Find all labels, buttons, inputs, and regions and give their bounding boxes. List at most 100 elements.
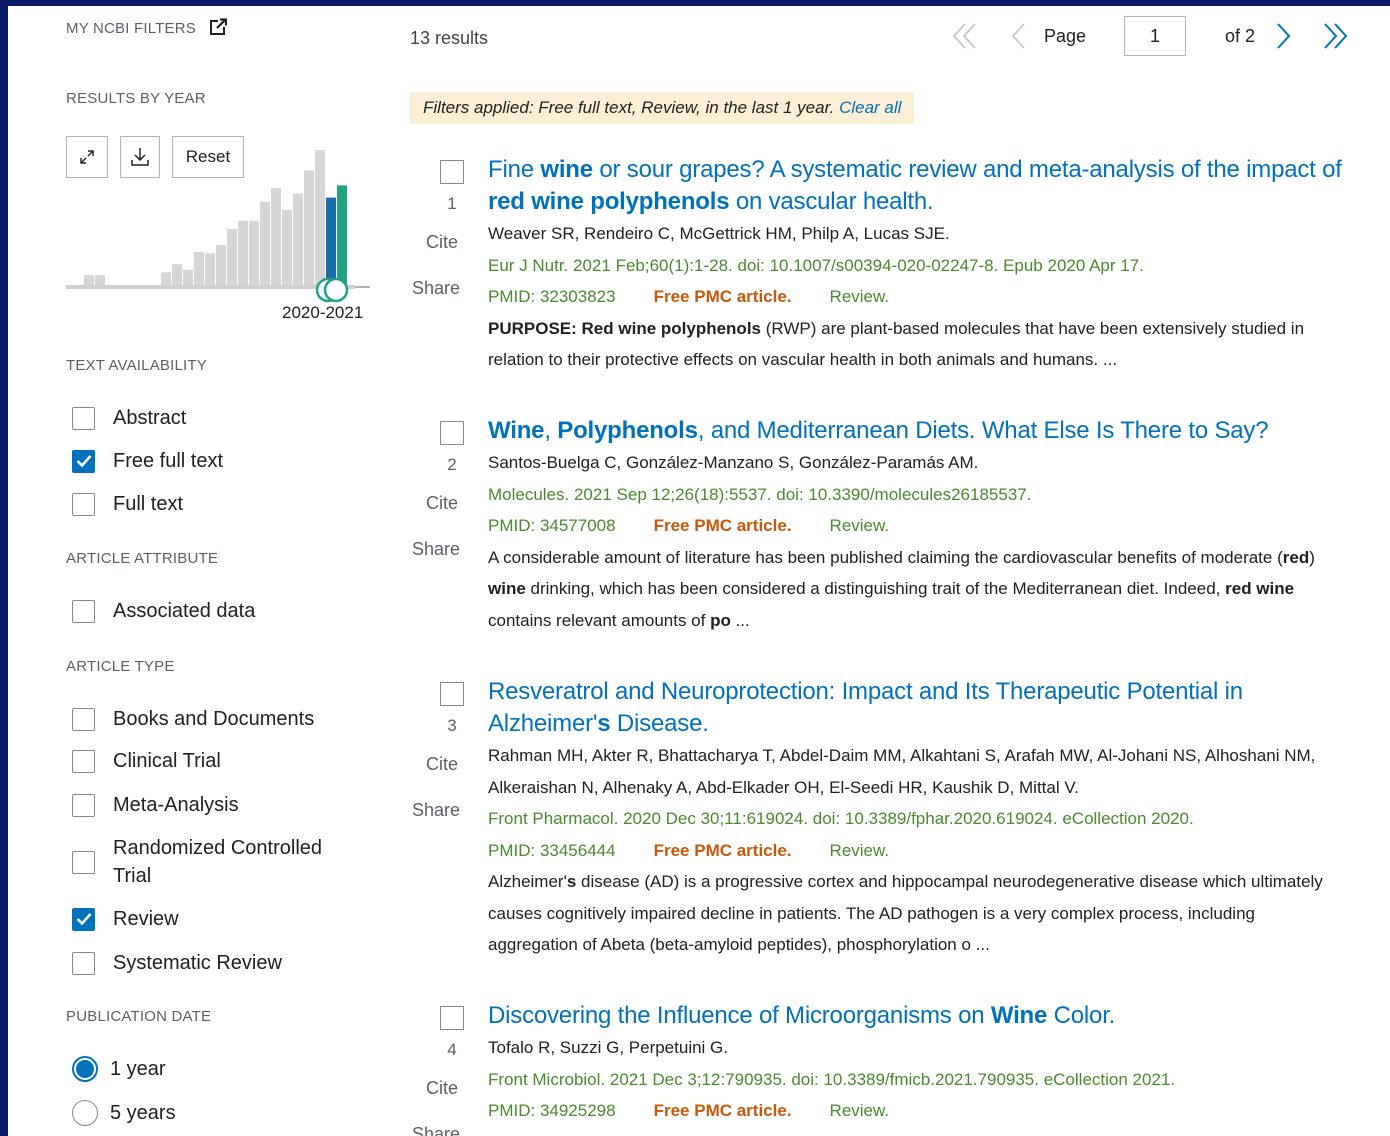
range-end-handle[interactable] [323, 277, 349, 303]
result-meta: PMID: 32303823 Free PMC article. Review. [488, 281, 1348, 313]
filter-label: 1 year [110, 1058, 166, 1080]
previous-page-icon[interactable] [1004, 20, 1034, 52]
text-run: Fine [488, 156, 541, 183]
text-run: drinking, which has been considered a di… [525, 579, 1226, 598]
histogram-bar[interactable] [95, 275, 105, 286]
histogram-bar[interactable] [337, 185, 347, 286]
histogram-bar[interactable] [183, 269, 193, 286]
text-run: red [1282, 547, 1310, 567]
review-badge: Review. [829, 1101, 890, 1120]
result-title-link[interactable]: Wine, Polyphenols, and Mediterranean Die… [488, 415, 1348, 447]
review-badge: Review. [829, 287, 890, 306]
last-page-icon[interactable] [1320, 20, 1350, 52]
filters-applied-text: Filters applied: Free full text, Review,… [423, 98, 835, 117]
meta-analysis-checkbox[interactable] [72, 793, 95, 817]
filter-books-and-documents[interactable]: Books and Documents [72, 705, 314, 733]
histogram-bar[interactable] [194, 252, 204, 286]
full-text-checkbox[interactable] [72, 492, 95, 516]
next-page-icon[interactable] [1268, 20, 1298, 52]
filter-label: Randomized Controlled Trial [113, 834, 322, 890]
filter-5-years[interactable]: 5 years [72, 1099, 176, 1127]
histogram-bar[interactable] [172, 264, 182, 286]
text-run: PURPOSE: [488, 318, 582, 338]
filter-free-full-text[interactable]: Free full text [72, 447, 223, 475]
clinical-trial-checkbox[interactable] [72, 749, 95, 773]
filter-associated-data[interactable]: Associated data [72, 597, 255, 625]
first-page-icon[interactable] [950, 20, 980, 52]
share-button[interactable]: Share [412, 800, 460, 821]
filter-label: Systematic Review [113, 952, 282, 974]
result-authors: Tofalo R, Suzzi G, Perpetuini G. [488, 1038, 728, 1057]
histogram-bar[interactable] [260, 201, 270, 286]
1-year-radio[interactable] [72, 1056, 98, 1082]
filter-randomized-controlled-trial[interactable]: Randomized Controlled Trial [72, 834, 322, 890]
cite-button[interactable]: Cite [426, 754, 458, 775]
histogram-bar[interactable] [84, 275, 94, 286]
filter-systematic-review[interactable]: Systematic Review [72, 949, 282, 977]
abstract-checkbox[interactable] [72, 406, 95, 430]
filter-review[interactable]: Review [72, 905, 179, 933]
result-meta: PMID: 33456444 Free PMC article. Review. [488, 835, 1348, 867]
share-button[interactable]: Share [412, 278, 460, 299]
cite-button[interactable]: Cite [426, 232, 458, 253]
5-years-radio[interactable] [72, 1100, 98, 1126]
share-button[interactable]: Share [412, 1124, 460, 1136]
filter-1-year[interactable]: 1 year [72, 1055, 166, 1083]
histogram-bar[interactable] [216, 245, 226, 286]
books-checkbox[interactable] [72, 707, 95, 731]
result-title-link[interactable]: Fine wine or sour grapes? A systematic r… [488, 154, 1348, 218]
histogram-bar[interactable] [315, 150, 325, 286]
result-select-checkbox[interactable] [440, 160, 464, 184]
result-authors: Santos-Buelga C, González-Manzano S, Gon… [488, 453, 979, 472]
review-badge: Review. [829, 516, 890, 535]
associated-data-checkbox[interactable] [72, 599, 95, 623]
review-checkbox[interactable] [72, 907, 95, 931]
result-select-checkbox[interactable] [440, 682, 464, 706]
text-run: ) [1309, 547, 1315, 567]
results-by-year-heading: RESULTS BY YEAR [66, 90, 206, 107]
cite-button[interactable]: Cite [426, 493, 458, 514]
page-number-input[interactable] [1124, 16, 1186, 56]
histogram-bar[interactable] [227, 228, 237, 286]
share-button[interactable]: Share [412, 539, 460, 560]
result-title-link[interactable]: Discovering the Influence of Microorgani… [488, 1000, 1348, 1032]
filter-abstract[interactable]: Abstract [72, 404, 186, 432]
result-body: Fine wine or sour grapes? A systematic r… [488, 154, 1348, 376]
systematic-review-checkbox[interactable] [72, 951, 95, 975]
histogram-bar[interactable] [249, 220, 259, 286]
result-citation: Front Pharmacol. 2020 Dec 30;11:619024. … [488, 809, 1194, 828]
result-snippet: PURPOSE: Red wine polyphenols (RWP) are … [488, 313, 1348, 376]
filter-label: Books and Documents [113, 708, 315, 730]
my-ncbi-filters-link[interactable]: MY NCBI FILTERS [66, 18, 228, 37]
histogram-bar[interactable] [304, 170, 314, 286]
histogram-bar[interactable] [238, 220, 248, 286]
histogram-bar[interactable] [161, 272, 171, 286]
clear-all-link[interactable]: Clear all [839, 98, 901, 117]
year-histogram[interactable] [66, 136, 372, 306]
text-run: on vascular health. [729, 188, 934, 215]
free-full-text-checkbox[interactable] [72, 449, 95, 473]
rct-checkbox[interactable] [72, 850, 95, 874]
histogram-bar[interactable] [326, 197, 336, 286]
result-select-checkbox[interactable] [440, 1006, 464, 1030]
filter-clinical-trial[interactable]: Clinical Trial [72, 747, 221, 775]
text-run: Disease. [610, 710, 709, 737]
check-icon [76, 913, 91, 926]
histogram-bar[interactable] [205, 253, 215, 286]
result-select-checkbox[interactable] [440, 421, 464, 445]
result-title-link[interactable]: Resveratrol and Neuroprotection: Impact … [488, 676, 1348, 740]
histogram-bar[interactable] [293, 193, 303, 286]
histogram-bar[interactable] [271, 188, 281, 286]
cite-button[interactable]: Cite [426, 1078, 458, 1099]
histogram-bar[interactable] [282, 209, 292, 286]
filter-full-text[interactable]: Full text [72, 490, 183, 518]
result-body: Discovering the Influence of Microorgani… [488, 1000, 1348, 1127]
filter-label: Clinical Trial [113, 750, 221, 772]
filter-label: Associated data [113, 600, 256, 622]
result-authors: Rahman MH, Akter R, Bhattacharya T, Abde… [488, 746, 1316, 797]
result-snippet: A considerable amount of literature has … [488, 542, 1348, 637]
filter-meta-analysis[interactable]: Meta-Analysis [72, 791, 239, 819]
year-range-label: 2020-2021 [282, 303, 364, 322]
check-icon [76, 455, 91, 468]
review-badge: Review. [829, 840, 890, 860]
